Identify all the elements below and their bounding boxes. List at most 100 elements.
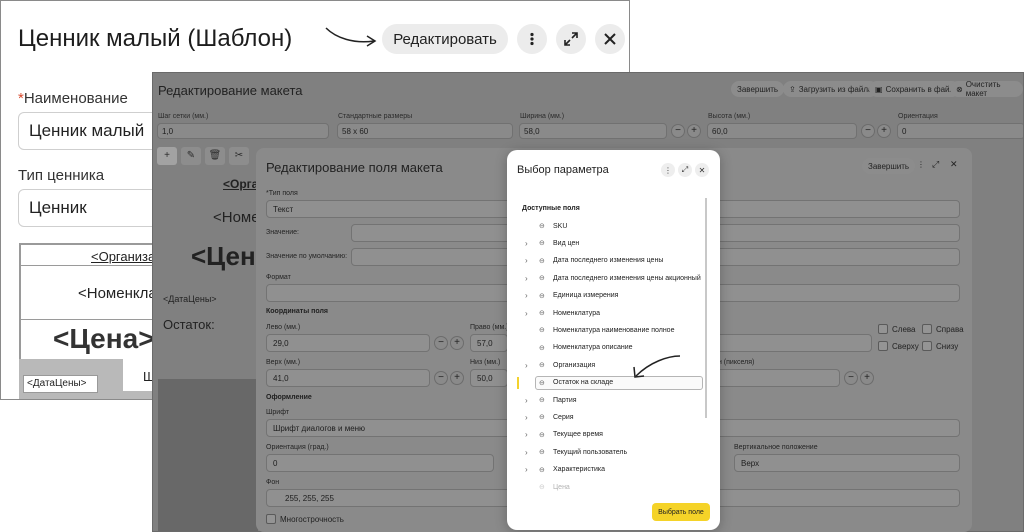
check-top-label: Сверху: [892, 341, 919, 351]
picker-item[interactable]: › ⊖ Дата последнего изменения цены акционн…: [525, 271, 701, 285]
top-plus-button[interactable]: +: [450, 371, 464, 385]
editor-toolbar: + ✎ 🗑 ✂: [157, 147, 249, 167]
field-finish-button[interactable]: Завершить: [862, 158, 916, 174]
field-link-icon: ⊖: [539, 344, 545, 352]
expand-icon: [564, 32, 578, 46]
editor-finish-button[interactable]: Завершить: [731, 81, 785, 97]
chevron-right-icon[interactable]: ›: [525, 396, 535, 405]
save-label: Сохранить в файл: [885, 84, 955, 94]
chevron-right-icon[interactable]: ›: [525, 448, 535, 457]
close-icon[interactable]: ✕: [695, 163, 709, 177]
pixels-label: н (пикселя): [718, 359, 755, 366]
width-label: Ширина (мм.): [520, 113, 565, 120]
multiline-checkbox[interactable]: Многострочность: [266, 514, 344, 524]
edit-button[interactable]: Редактировать: [382, 24, 508, 54]
chevron-right-icon[interactable]: ›: [525, 274, 535, 283]
picker-item[interactable]: ⊖ SKU: [525, 219, 567, 233]
picker-item[interactable]: ⊖ Остаток на складе: [525, 376, 613, 390]
chevron-right-icon[interactable]: ›: [525, 413, 535, 422]
chevron-right-icon[interactable]: ›: [525, 291, 535, 300]
picker-item[interactable]: › ⊖ Вид цен: [525, 236, 579, 250]
v-align-select[interactable]: Верх: [734, 454, 960, 472]
load-from-file-button[interactable]: ⇪ Загрузить из файла: [783, 81, 879, 97]
orient-select[interactable]: 0: [266, 454, 494, 472]
left-input[interactable]: 29,0: [266, 334, 430, 352]
picker-scrollbar[interactable]: [705, 198, 707, 418]
clear-layout-button[interactable]: ⊗ Очистить макет: [950, 80, 1023, 98]
picker-item[interactable]: ⊖ Номенклатура наименование полное: [525, 323, 674, 337]
picker-item[interactable]: › ⊖ Серия: [525, 410, 574, 424]
grid-step-select[interactable]: 1,0: [157, 123, 329, 139]
align-select[interactable]: [716, 334, 872, 352]
picker-item[interactable]: › ⊖ Дата последнего изменения цены: [525, 254, 663, 268]
close-button[interactable]: [595, 24, 625, 54]
picker-item[interactable]: › ⊖ Единица измерения: [525, 289, 618, 303]
more-options-button[interactable]: [517, 24, 547, 54]
width-minus-button[interactable]: −: [671, 124, 685, 138]
field-link-icon: ⊖: [539, 327, 545, 335]
bottom-input[interactable]: 50,0: [470, 369, 508, 387]
height-plus-button[interactable]: +: [877, 124, 891, 138]
save-icon: ▣: [875, 84, 883, 94]
check-right[interactable]: Справа: [922, 324, 964, 334]
std-size-select[interactable]: 58 x 60: [337, 123, 513, 139]
close-icon[interactable]: ✕: [950, 159, 958, 170]
choose-field-button[interactable]: Выбрать поле: [652, 503, 710, 521]
width-plus-button[interactable]: +: [687, 124, 701, 138]
chevron-right-icon[interactable]: ›: [525, 361, 535, 370]
checkbox[interactable]: [922, 324, 932, 334]
expand-button[interactable]: [556, 24, 586, 54]
chevron-right-icon[interactable]: ›: [525, 239, 535, 248]
width-input[interactable]: 58,0: [519, 123, 667, 139]
field-link-icon: ⊖: [539, 431, 545, 439]
canvas-remain: Остаток:: [163, 317, 215, 332]
more-vertical-icon[interactable]: ⋮: [917, 160, 925, 169]
edit-icon[interactable]: ✎: [181, 147, 201, 165]
name-label: *Наименование: [18, 90, 128, 107]
height-input[interactable]: 60,0: [707, 123, 857, 139]
picker-item[interactable]: › ⊖ Номенклатура: [525, 306, 600, 320]
pixels-plus-button[interactable]: +: [860, 371, 874, 385]
left-label: Лево (мм.): [266, 324, 301, 331]
more-vertical-icon[interactable]: ⋮: [661, 163, 675, 177]
checkbox[interactable]: [878, 341, 888, 351]
canvas-org: <Орга: [223, 177, 259, 191]
expand-icon[interactable]: ⤢: [678, 163, 692, 177]
checkbox[interactable]: [878, 324, 888, 334]
cut-icon[interactable]: ✂: [229, 147, 249, 165]
chevron-right-icon[interactable]: ›: [525, 430, 535, 439]
top-input[interactable]: 41,0: [266, 369, 430, 387]
right-input[interactable]: 57,0: [470, 334, 508, 352]
picker-item[interactable]: › ⊖ Организация: [525, 358, 595, 372]
pixels-minus-button[interactable]: −: [844, 371, 858, 385]
picker-item[interactable]: ⊖ Цена: [525, 480, 570, 494]
chevron-right-icon[interactable]: ›: [525, 309, 535, 318]
checkbox[interactable]: [266, 514, 276, 524]
height-minus-button[interactable]: −: [861, 124, 875, 138]
orientation-input[interactable]: 0: [897, 123, 1023, 139]
picker-item[interactable]: › ⊖ Текущий пользователь: [525, 445, 627, 459]
bottom-label: Низ (мм.): [470, 359, 501, 366]
picker-item[interactable]: › ⊖ Партия: [525, 393, 577, 407]
format-label: Формат: [266, 274, 291, 281]
add-icon[interactable]: +: [157, 147, 177, 165]
check-bottom[interactable]: Снизу: [922, 341, 958, 351]
checkbox[interactable]: [922, 341, 932, 351]
left-plus-button[interactable]: +: [450, 336, 464, 350]
pixels-input[interactable]: [716, 369, 840, 387]
field-link-icon: ⊖: [539, 223, 545, 230]
save-to-file-button[interactable]: ▣ Сохранить в файл: [869, 81, 961, 97]
picker-item[interactable]: › ⊖ Характеристика: [525, 463, 605, 477]
picker-item[interactable]: › ⊖ Текущее время: [525, 428, 603, 442]
left-minus-button[interactable]: −: [434, 336, 448, 350]
check-left[interactable]: Слева: [878, 324, 916, 334]
picker-item[interactable]: ⊖ Номенклатура описание: [525, 341, 633, 355]
chevron-right-icon[interactable]: ›: [525, 256, 535, 265]
chevron-right-icon[interactable]: ›: [525, 465, 535, 474]
check-top[interactable]: Сверху: [878, 341, 919, 351]
expand-icon[interactable]: ⤢: [932, 159, 939, 170]
delete-icon[interactable]: 🗑: [205, 147, 225, 165]
font-label: Шрифт: [266, 409, 290, 416]
canvas-nomenclature: <Номе: [213, 209, 260, 226]
top-minus-button[interactable]: −: [434, 371, 448, 385]
